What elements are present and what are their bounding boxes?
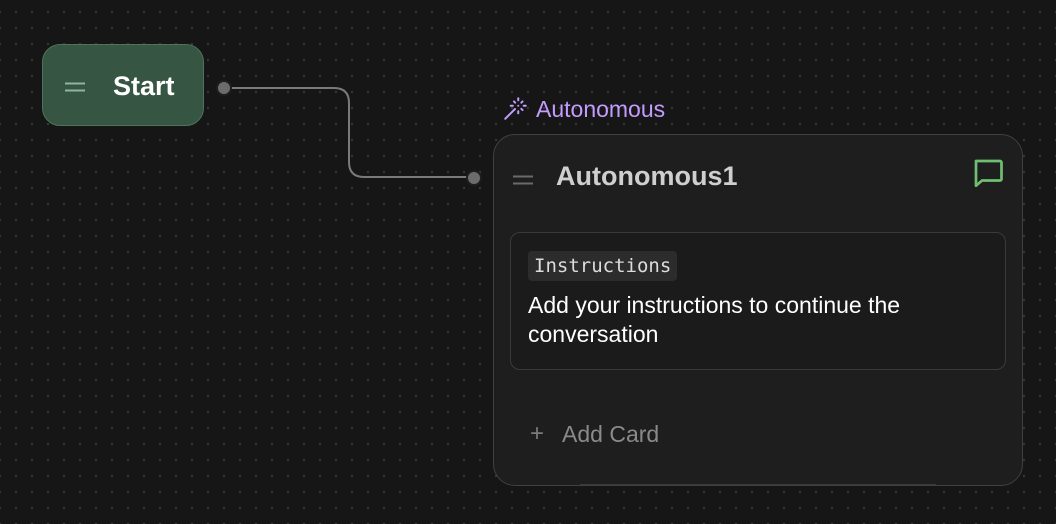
autonomous-node-title: Autonomous1 bbox=[556, 161, 738, 191]
start-node[interactable]: Start bbox=[42, 44, 204, 126]
drag-handle-icon[interactable] bbox=[512, 175, 534, 185]
card-text: Add your instructions to continue the co… bbox=[528, 292, 901, 347]
node-type-text: Autonomous bbox=[536, 96, 666, 122]
node-type-label: Autonomous bbox=[502, 95, 665, 123]
chat-bubble-icon[interactable] bbox=[970, 155, 1006, 191]
add-card-label: Add Card bbox=[562, 421, 660, 447]
autonomous-node[interactable]: Autonomous1 Instructions Add your instru… bbox=[493, 134, 1023, 486]
plus-icon: + bbox=[530, 420, 545, 447]
instructions-card[interactable]: Instructions Add your instructions to co… bbox=[510, 232, 1006, 370]
add-card-button[interactable]: + Add Card bbox=[530, 419, 659, 449]
drag-handle-icon[interactable] bbox=[64, 82, 86, 92]
start-node-title: Start bbox=[113, 71, 175, 101]
start-output-port[interactable] bbox=[216, 80, 232, 96]
autonomous-input-port[interactable] bbox=[466, 170, 482, 186]
magic-wand-icon bbox=[504, 97, 527, 120]
flow-canvas[interactable]: Start Autonomous Autonomous1 Instruction… bbox=[0, 0, 1056, 524]
divider bbox=[580, 484, 936, 485]
card-tag: Instructions bbox=[528, 251, 678, 281]
